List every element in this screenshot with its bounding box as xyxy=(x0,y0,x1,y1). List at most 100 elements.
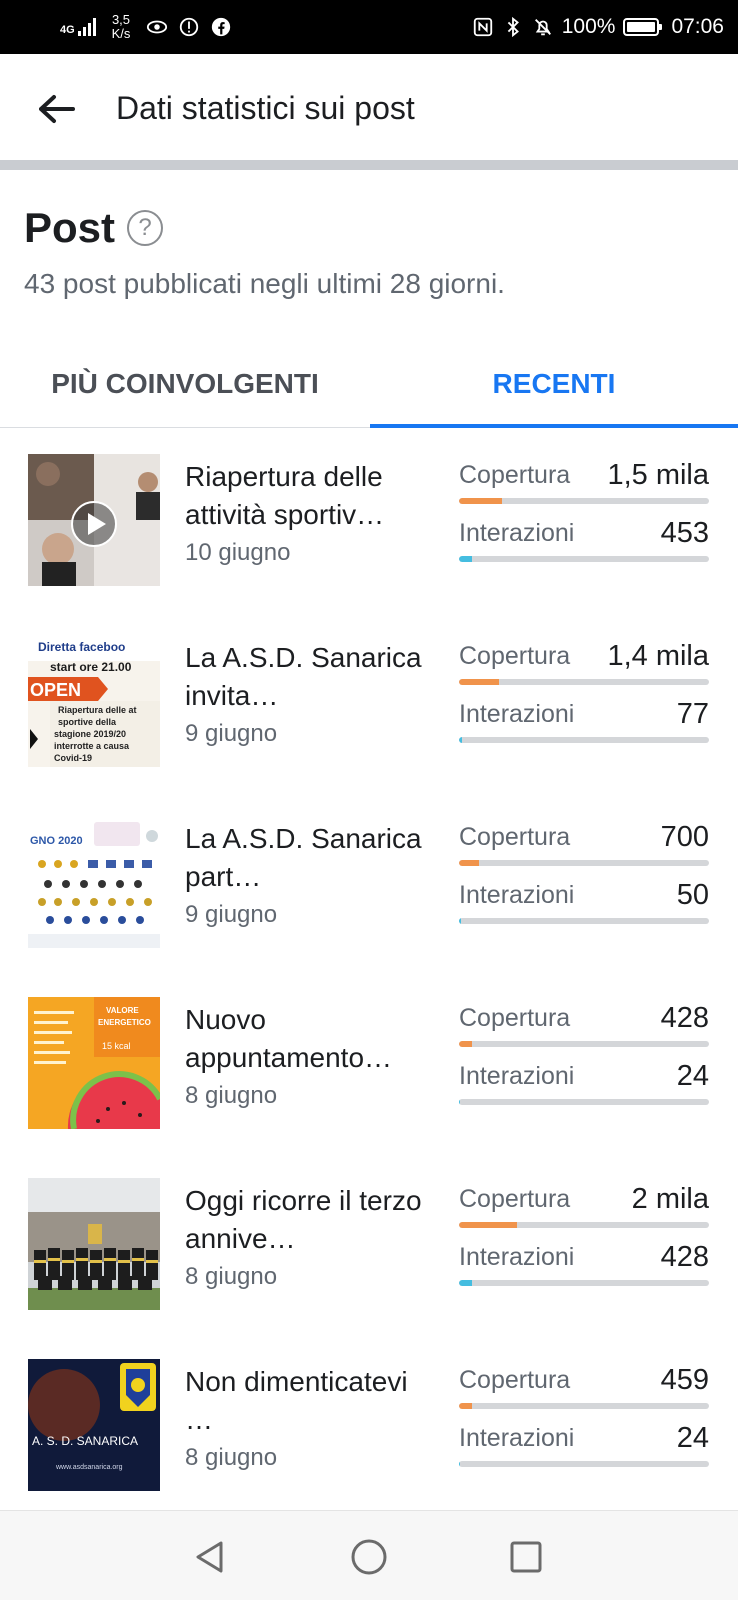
post-thumbnail: Diretta faceboo start ore 21.00 OPEN Ria… xyxy=(28,635,160,767)
engagement-value: 24 xyxy=(676,1060,709,1092)
reach-bar-fill xyxy=(459,679,499,685)
tab-most-engaging[interactable]: PIÙ COINVOLGENTI xyxy=(0,340,370,428)
engagement-bar xyxy=(459,918,709,924)
post-row[interactable]: VALORE ENERGETICO 15 kcal Nuovo appuntam… xyxy=(0,973,738,1154)
nav-recents-button[interactable] xyxy=(502,1533,550,1581)
reach-label: Copertura xyxy=(459,642,571,670)
post-date: 8 giugno xyxy=(185,1082,278,1109)
reach-bar-fill xyxy=(459,1041,472,1047)
engagement-label: Interazioni xyxy=(459,700,575,728)
post-row[interactable]: A. S. D. SANARICA www.asdsanarica.org No… xyxy=(0,1335,738,1516)
post-info: Riapertura delle attività sportiv… 10 gi… xyxy=(185,458,435,568)
thumb-text: sportive della xyxy=(58,717,117,727)
engagement-value: 428 xyxy=(660,1241,709,1273)
post-date: 10 giugno xyxy=(185,539,291,566)
post-row[interactable]: Diretta faceboo start ore 21.00 OPEN Ria… xyxy=(0,611,738,792)
nav-back-button[interactable] xyxy=(186,1533,234,1581)
post-title: La A.S.D. Sanarica invita… xyxy=(185,642,422,711)
post-row[interactable]: Riapertura delle attività sportiv… 10 gi… xyxy=(0,430,738,611)
help-icon[interactable]: ? xyxy=(127,210,164,246)
thumb-text: interrotte a causa xyxy=(54,741,130,751)
arrow-left-icon xyxy=(39,95,75,123)
thumb-text: OPEN xyxy=(30,680,81,700)
reach-value: 459 xyxy=(660,1364,709,1396)
engagement-bar-fill xyxy=(459,737,462,743)
alert-icon xyxy=(179,17,199,37)
engagement-label: Interazioni xyxy=(459,1243,575,1271)
engagement-bar xyxy=(459,1099,709,1105)
post-title: Oggi ricorre il terzo annive… xyxy=(185,1185,422,1254)
battery-percent: 100% xyxy=(561,15,616,38)
post-thumbnail: A. S. D. SANARICA www.asdsanarica.org xyxy=(28,1359,160,1491)
nav-home-button[interactable] xyxy=(345,1533,393,1581)
reach-metric: Copertura 1,4 mila xyxy=(459,639,709,697)
post-info: Oggi ricorre il terzo annive… 8 giugno xyxy=(185,1182,435,1292)
engagement-value: 24 xyxy=(676,1422,709,1454)
reach-bar-fill xyxy=(459,498,502,504)
engagement-bar-fill xyxy=(459,918,461,924)
network-type: 4G xyxy=(60,24,75,36)
post-info: Nuovo appuntamento… 8 giugno xyxy=(185,1001,435,1111)
clock: 07:06 xyxy=(671,15,724,38)
post-info: La A.S.D. Sanarica part… 9 giugno xyxy=(185,820,435,930)
post-title: La A.S.D. Sanarica part… xyxy=(185,823,422,892)
post-metrics: Copertura 428 Interazioni 24 xyxy=(459,1001,709,1117)
thumb-text: start ore 21.00 xyxy=(50,660,132,674)
reach-bar xyxy=(459,1041,709,1047)
engagement-label: Interazioni xyxy=(459,519,575,547)
engagement-value: 77 xyxy=(676,698,709,730)
post-date: 9 giugno xyxy=(185,720,278,747)
post-title: Riapertura delle attività sportiv… xyxy=(185,461,385,530)
thumb-text: Riapertura delle at xyxy=(58,705,137,715)
active-tab-indicator xyxy=(370,424,738,428)
post-date: 8 giugno xyxy=(185,1263,278,1290)
post-metrics: Copertura 1,5 mila Interazioni 453 xyxy=(459,458,709,574)
post-title: Nuovo appuntamento… xyxy=(185,1004,393,1073)
post-info: La A.S.D. Sanarica invita… 9 giugno xyxy=(185,639,435,749)
post-metrics: Copertura 1,4 mila Interazioni 77 xyxy=(459,639,709,755)
triangle-back-icon xyxy=(196,1541,223,1573)
engagement-metric: Interazioni 50 xyxy=(459,878,709,936)
engagement-label: Interazioni xyxy=(459,881,575,909)
facebook-icon xyxy=(211,17,231,37)
reach-metric: Copertura 459 xyxy=(459,1363,709,1421)
thumb-text: Diretta faceboo xyxy=(38,640,125,654)
post-metrics: Copertura 459 Interazioni 24 xyxy=(459,1363,709,1479)
reach-value: 1,4 mila xyxy=(607,640,709,672)
reach-metric: Copertura 428 xyxy=(459,1001,709,1059)
reach-label: Copertura xyxy=(459,823,571,851)
header-divider xyxy=(0,160,738,170)
reach-bar xyxy=(459,860,709,866)
back-button[interactable] xyxy=(28,82,86,136)
reach-label: Copertura xyxy=(459,461,571,489)
status-bar: 4G 3,5 K/s 100% 07:06 xyxy=(0,0,738,54)
battery-icon xyxy=(623,18,663,36)
post-metrics: Copertura 2 mila Interazioni 428 xyxy=(459,1182,709,1298)
reach-value: 1,5 mila xyxy=(607,459,709,491)
engagement-bar xyxy=(459,556,709,562)
circle-home-icon xyxy=(351,1539,387,1575)
thumb-text: ENERGETICO xyxy=(98,1018,151,1027)
network-speed: 3,5 K/s xyxy=(111,12,131,41)
post-row[interactable]: GNO 2020 La A.S.D. Sanarica part… 9 giug… xyxy=(0,792,738,973)
reach-label: Copertura xyxy=(459,1366,571,1394)
post-row[interactable]: Oggi ricorre il terzo annive… 8 giugno C… xyxy=(0,1154,738,1335)
post-info: Non dimenticatevi … 8 giugno xyxy=(185,1363,435,1473)
reach-bar xyxy=(459,498,709,504)
reach-value: 2 mila xyxy=(631,1183,709,1215)
post-list: Riapertura delle attività sportiv… 10 gi… xyxy=(0,430,738,1516)
thumb-text: stagione 2019/20 xyxy=(54,729,126,739)
engagement-bar xyxy=(459,737,709,743)
mute-icon xyxy=(534,19,551,36)
tab-bar: PIÙ COINVOLGENTI RECENTI xyxy=(0,340,738,428)
engagement-bar xyxy=(459,1461,709,1467)
engagement-bar-fill xyxy=(459,1280,472,1286)
reach-metric: Copertura 700 xyxy=(459,820,709,878)
section-title: Post ? xyxy=(24,204,164,252)
engagement-metric: Interazioni 24 xyxy=(459,1421,709,1479)
thumb-text: Covid-19 xyxy=(54,753,92,763)
tab-recent[interactable]: RECENTI xyxy=(370,340,738,428)
reach-bar-fill xyxy=(459,860,479,866)
eye-icon xyxy=(146,20,168,34)
section-subtitle: 43 post pubblicati negli ultimi 28 giorn… xyxy=(24,268,505,299)
